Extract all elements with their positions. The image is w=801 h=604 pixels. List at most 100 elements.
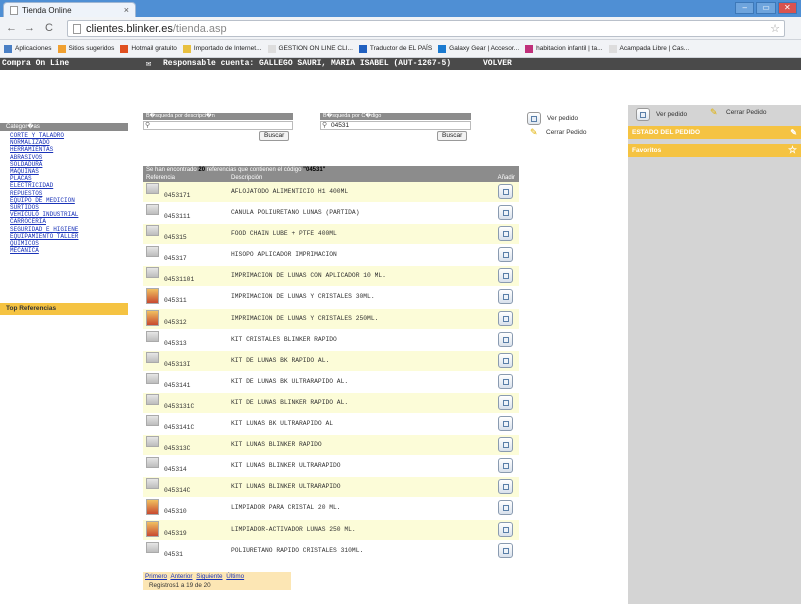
product-description: KIT LUNAS BLINKER ULTRARAPIDO — [231, 483, 341, 491]
search-by-code: B�squeda por C�digo ⚲ 04531 Buscar — [320, 113, 471, 143]
category-link[interactable]: ABRASIVOS — [10, 154, 128, 161]
add-to-cart-button[interactable] — [498, 352, 513, 368]
category-link[interactable]: EQUIPAMIENTO TALLER — [10, 233, 128, 240]
app-header: Compra On Line ✉ Responsable cuenta: GAL… — [0, 58, 801, 70]
category-link[interactable]: REPUESTOS — [10, 190, 128, 197]
add-to-cart-button[interactable] — [498, 247, 513, 263]
reload-icon[interactable]: C — [45, 22, 53, 34]
bookmark-item[interactable]: Aplicaciones — [4, 44, 52, 53]
result-row: 0453111 CANULA POLIURETANO LUNAS (PARTIDA… — [143, 203, 519, 225]
product-thumbnail — [146, 520, 159, 537]
bookmark-star-icon[interactable]: ☆ — [770, 22, 780, 35]
result-row: 045312 IMPRIMACION DE LUNAS Y CRISTALES 2… — [143, 308, 519, 330]
add-to-cart-button[interactable] — [498, 289, 513, 305]
bookmark-item[interactable]: Importado de Internet... — [182, 44, 262, 53]
product-code: 045314 — [164, 466, 187, 474]
description-search-input[interactable]: ⚲ — [143, 121, 293, 130]
category-link[interactable]: PLACAS — [10, 175, 128, 182]
category-link[interactable]: MECANICA — [10, 247, 128, 254]
bookmark-label: Traductor de EL PAÍS — [369, 45, 433, 52]
close-tab-icon[interactable]: × — [124, 5, 129, 15]
add-to-cart-button[interactable] — [498, 500, 513, 516]
add-to-cart-button[interactable] — [498, 458, 513, 474]
pager-next-link[interactable]: Siguiente — [196, 573, 222, 580]
url-input[interactable]: clientes.blinker.es/tienda.asp ☆ — [67, 20, 785, 37]
category-link[interactable]: ELECTRICIDAD — [10, 182, 128, 189]
url-text: clientes.blinker.es/tienda.asp — [86, 23, 227, 35]
product-description: FOOD CHAIN LUBE + PTFE 400ML — [231, 230, 337, 238]
add-to-cart-button[interactable] — [498, 479, 513, 495]
bookmark-item[interactable]: Acampada Libre | Cas... — [608, 44, 689, 53]
bookmark-item[interactable]: Traductor de EL PAÍS — [358, 44, 433, 53]
category-link[interactable]: SEGURIDAD E HIGIENE — [10, 226, 128, 233]
product-code: 04531101 — [164, 276, 195, 284]
category-link[interactable]: QUIMICOS — [10, 240, 128, 247]
product-thumbnail — [146, 478, 159, 490]
search-code-button[interactable]: Buscar — [437, 131, 468, 141]
top-references-heading[interactable]: Top Referencias — [0, 303, 128, 315]
product-code: 045315 — [164, 234, 187, 242]
add-to-cart-button[interactable] — [498, 226, 513, 242]
ver-pedido-link[interactable]: Ver pedido — [527, 112, 578, 125]
mail-icon[interactable]: ✉ — [146, 58, 151, 70]
order-status-panel[interactable]: ESTADO DEL PEDIDO ✎ — [628, 126, 801, 139]
product-thumbnail — [146, 309, 159, 326]
pager-first-link[interactable]: Primero — [145, 573, 167, 580]
category-link[interactable]: MAQUINAS — [10, 168, 128, 175]
category-link[interactable]: CARROCERIA — [10, 218, 128, 225]
add-to-cart-button[interactable] — [498, 310, 513, 326]
back-icon[interactable]: ← — [6, 22, 17, 34]
add-to-cart-button[interactable] — [498, 373, 513, 389]
category-link[interactable]: EQUIPO DE MEDICION — [10, 197, 128, 204]
bookmark-icon — [438, 44, 447, 53]
search-icon: ⚲ — [145, 122, 151, 129]
cerrar-pedido-link[interactable]: ✎ Cerrar Pedido — [530, 128, 586, 137]
search-desc-button[interactable]: Buscar — [259, 131, 290, 141]
category-link[interactable]: VEHICULO INDUSTRIAL — [10, 211, 128, 218]
bookmark-item[interactable]: Galaxy Gear | Accesor... — [438, 44, 519, 53]
bookmark-item[interactable]: GESTION ON LINE CLI... — [267, 44, 353, 53]
add-to-cart-button[interactable] — [498, 331, 513, 347]
close-window-button[interactable]: ✕ — [777, 2, 797, 14]
product-thumbnail — [146, 415, 159, 427]
results-rows: 0453171 AFLOJATODO ALIMENTICIO H1 400ML 04… — [143, 182, 519, 562]
add-to-cart-button[interactable] — [498, 416, 513, 432]
maximize-button[interactable]: ▭ — [756, 2, 776, 14]
bookmark-item[interactable]: Sitios sugeridos — [57, 44, 114, 53]
product-description: KIT DE LUNAS BK RAPIDO AL. — [231, 356, 330, 364]
add-to-cart-button[interactable] — [498, 268, 513, 284]
category-link[interactable]: SURTIDOS — [10, 204, 128, 211]
account-responsible: Responsable cuenta: GALLEGO SAURI, MARIA… — [163, 59, 452, 68]
browser-tab[interactable]: Tienda Online × — [3, 2, 136, 18]
favorites-panel[interactable]: Favoritos ☆ — [628, 144, 801, 157]
edit-icon[interactable]: ✎ — [790, 126, 797, 139]
add-to-cart-button[interactable] — [498, 205, 513, 221]
bookmark-label: Hotmail gratuito — [131, 45, 177, 52]
pager-prev-link[interactable]: Anterior — [170, 573, 192, 580]
category-link[interactable]: HERRAMIENTAS — [10, 146, 128, 153]
results-header: Se han encontrado 20 referencias que con… — [143, 166, 519, 182]
product-thumbnail — [146, 351, 159, 363]
bookmark-item[interactable]: habitacion infantil | ta... — [525, 44, 603, 53]
rp-ver-pedido-link[interactable]: Ver pedido — [636, 108, 687, 121]
product-thumbnail — [146, 288, 159, 305]
product-thumbnail — [146, 372, 159, 384]
volver-link[interactable]: VOLVER — [483, 58, 512, 70]
category-link[interactable]: SOLDADURA — [10, 161, 128, 168]
pager-last-link[interactable]: Último — [226, 573, 244, 580]
add-to-cart-button[interactable] — [498, 184, 513, 199]
minimize-button[interactable]: – — [735, 2, 755, 14]
code-search-input[interactable]: ⚲ 04531 — [320, 121, 471, 130]
star-icon[interactable]: ☆ — [788, 144, 797, 157]
bookmark-icon — [525, 44, 534, 53]
category-link[interactable]: NORMALIZADO — [10, 139, 128, 146]
add-to-cart-button[interactable] — [498, 521, 513, 537]
forward-icon[interactable]: → — [24, 22, 35, 34]
category-link[interactable]: CORTE Y TALADRO — [10, 132, 128, 139]
product-code: 045313I — [164, 360, 191, 368]
rp-cerrar-pedido-link[interactable]: ✎ Cerrar Pedido — [710, 108, 766, 117]
add-to-cart-button[interactable] — [498, 542, 513, 558]
add-to-cart-button[interactable] — [498, 394, 513, 410]
add-to-cart-button[interactable] — [498, 437, 513, 453]
bookmark-item[interactable]: Hotmail gratuito — [120, 44, 177, 53]
